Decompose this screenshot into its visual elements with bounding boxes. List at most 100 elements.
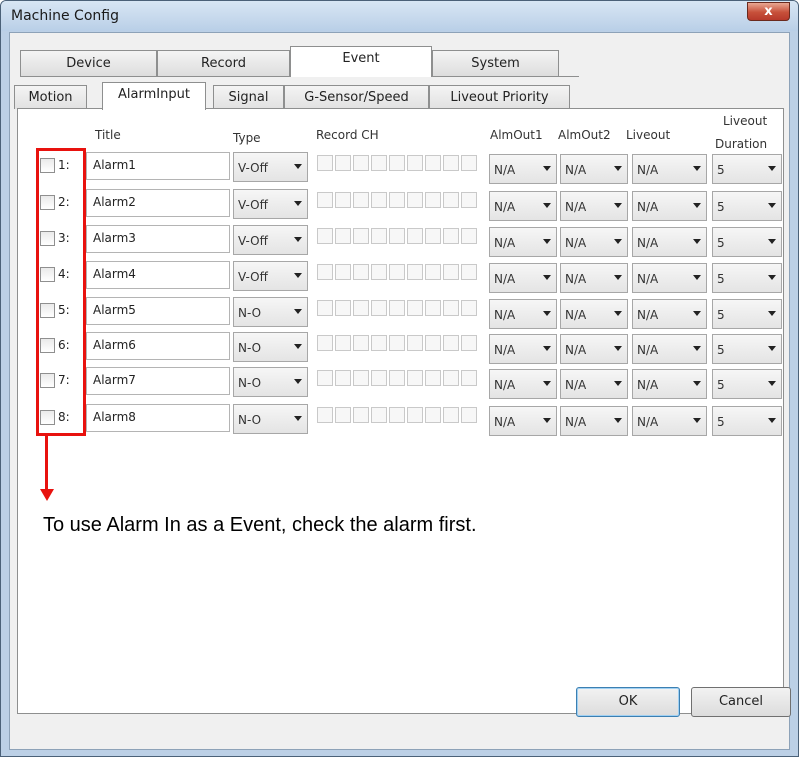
type-select[interactable]: V-Off — [233, 225, 308, 255]
type-select-value: V-Off — [238, 234, 268, 248]
liveout-select[interactable]: N/A — [632, 227, 707, 257]
record-channel-checkbox — [335, 370, 351, 386]
almout1-select[interactable]: N/A — [489, 299, 557, 329]
liveout-select-value: N/A — [637, 272, 659, 286]
tab-event[interactable]: Event — [290, 46, 432, 77]
annotation-arrow-line — [45, 433, 48, 493]
ok-button[interactable]: OK — [576, 687, 680, 717]
alarm-title-input[interactable]: Alarm1 — [86, 152, 230, 180]
liveout-duration-select[interactable]: 5 — [712, 334, 782, 364]
alarm-title-input[interactable]: Alarm7 — [86, 367, 230, 395]
almout2-select[interactable]: N/A — [560, 369, 628, 399]
liveout-duration-select[interactable]: 5 — [712, 227, 782, 257]
liveout-duration-select-value: 5 — [717, 200, 725, 214]
almout2-select[interactable]: N/A — [560, 406, 628, 436]
liveout-duration-select-value: 5 — [717, 163, 725, 177]
type-select[interactable]: N-O — [233, 367, 308, 397]
liveout-duration-select[interactable]: 5 — [712, 406, 782, 436]
type-select-value: V-Off — [238, 198, 268, 212]
almout2-select-value: N/A — [565, 272, 587, 286]
almout1-select[interactable]: N/A — [489, 263, 557, 293]
chevron-down-icon — [294, 416, 302, 421]
tab-system[interactable]: System — [432, 50, 559, 76]
almout1-select[interactable]: N/A — [489, 227, 557, 257]
almout1-select-value: N/A — [494, 163, 516, 177]
almout1-select[interactable]: N/A — [489, 154, 557, 184]
type-select[interactable]: V-Off — [233, 261, 308, 291]
almout1-select[interactable]: N/A — [489, 406, 557, 436]
checkbox-highlight — [36, 148, 86, 436]
almout2-select[interactable]: N/A — [560, 299, 628, 329]
liveout-select[interactable]: N/A — [632, 191, 707, 221]
almout2-select[interactable]: N/A — [560, 227, 628, 257]
liveout-duration-select[interactable]: 5 — [712, 154, 782, 184]
almout2-select[interactable]: N/A — [560, 154, 628, 184]
record-channel-checkbox — [407, 370, 423, 386]
type-select[interactable]: N-O — [233, 404, 308, 434]
subtab-alarminput[interactable]: AlarmInput — [102, 82, 206, 110]
almout2-select[interactable]: N/A — [560, 191, 628, 221]
almout1-select[interactable]: N/A — [489, 334, 557, 364]
chevron-down-icon — [768, 166, 776, 171]
record-channel-checkbox — [353, 407, 369, 423]
record-channel-checkbox — [317, 228, 333, 244]
liveout-duration-select[interactable]: 5 — [712, 263, 782, 293]
record-channel-checkbox — [389, 370, 405, 386]
liveout-select-value: N/A — [637, 308, 659, 322]
type-select-value: N-O — [238, 341, 262, 355]
chevron-down-icon — [543, 381, 551, 386]
record-channel-checkbox — [443, 192, 459, 208]
liveout-select[interactable]: N/A — [632, 334, 707, 364]
liveout-select[interactable]: N/A — [632, 154, 707, 184]
chevron-down-icon — [543, 166, 551, 171]
liveout-select[interactable]: N/A — [632, 263, 707, 293]
record-channel-checkbox — [353, 300, 369, 316]
subtab-motion[interactable]: Motion — [14, 85, 87, 109]
header-liveout-duration-line1: Liveout — [723, 114, 768, 128]
alarm-title-input[interactable]: Alarm3 — [86, 225, 230, 253]
record-channel-checkbox — [425, 228, 441, 244]
machine-config-window: Machine Config x Device Record Event Sys… — [0, 0, 799, 757]
liveout-select-value: N/A — [637, 200, 659, 214]
almout1-select[interactable]: N/A — [489, 369, 557, 399]
type-select[interactable]: N-O — [233, 332, 308, 362]
type-select[interactable]: N-O — [233, 297, 308, 327]
liveout-duration-select[interactable]: 5 — [712, 191, 782, 221]
cancel-button[interactable]: Cancel — [691, 687, 791, 717]
liveout-select[interactable]: N/A — [632, 406, 707, 436]
record-channel-checkbox — [335, 335, 351, 351]
liveout-select[interactable]: N/A — [632, 369, 707, 399]
almout1-select-value: N/A — [494, 415, 516, 429]
subtab-g-sensor-speed[interactable]: G-Sensor/Speed — [284, 85, 429, 109]
tab-device[interactable]: Device — [20, 50, 157, 76]
almout2-select[interactable]: N/A — [560, 334, 628, 364]
record-channel-checkbox — [371, 264, 387, 280]
close-button[interactable]: x — [747, 2, 790, 21]
almout2-select[interactable]: N/A — [560, 263, 628, 293]
header-liveout-duration-line2: Duration — [715, 137, 768, 151]
liveout-select[interactable]: N/A — [632, 299, 707, 329]
alarm-title-input[interactable]: Alarm2 — [86, 189, 230, 217]
almout1-select[interactable]: N/A — [489, 191, 557, 221]
almout1-select-value: N/A — [494, 343, 516, 357]
tab-record[interactable]: Record — [157, 50, 290, 76]
chevron-down-icon — [768, 346, 776, 351]
subtab-signal[interactable]: Signal — [213, 85, 284, 109]
type-select-value: N-O — [238, 376, 262, 390]
alarm-title-input[interactable]: Alarm5 — [86, 297, 230, 325]
record-channel-checkbox — [353, 370, 369, 386]
alarm-title-input[interactable]: Alarm8 — [86, 404, 230, 432]
alarm-title-input[interactable]: Alarm4 — [86, 261, 230, 289]
liveout-duration-select[interactable]: 5 — [712, 299, 782, 329]
chevron-down-icon — [614, 346, 622, 351]
subtab-liveout-priority[interactable]: Liveout Priority — [429, 85, 570, 109]
record-channel-checkbox — [443, 370, 459, 386]
chevron-down-icon — [768, 203, 776, 208]
alarm-title-input[interactable]: Alarm6 — [86, 332, 230, 360]
type-select[interactable]: V-Off — [233, 189, 308, 219]
type-select[interactable]: V-Off — [233, 152, 308, 182]
liveout-duration-select[interactable]: 5 — [712, 369, 782, 399]
chevron-down-icon — [614, 418, 622, 423]
chevron-down-icon — [294, 273, 302, 278]
header-record-ch: Record CH — [316, 128, 379, 142]
